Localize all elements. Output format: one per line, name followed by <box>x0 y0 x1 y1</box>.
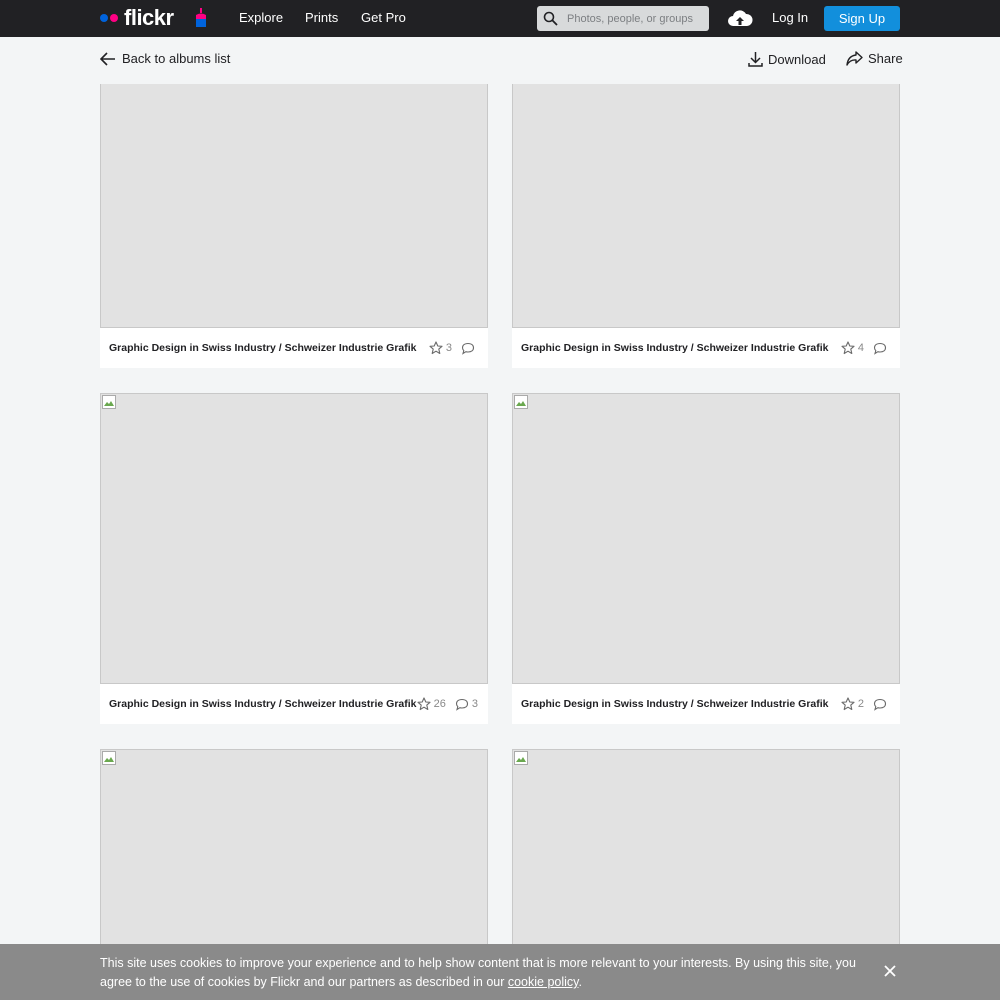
photo-footer: Graphic Design in Swiss Industry / Schwe… <box>100 328 488 368</box>
cookie-text-end: . <box>578 975 582 989</box>
comment-count-value: 3 <box>471 698 478 710</box>
star-icon <box>841 697 855 711</box>
fave-count-value: 2 <box>857 698 864 710</box>
photo-title[interactable]: Graphic Design in Swiss Industry / Schwe… <box>109 342 417 354</box>
fave-count[interactable]: 26 <box>417 697 446 711</box>
logo-pink-dot <box>110 14 118 22</box>
cookie-text: This site uses cookies to improve your e… <box>100 956 856 989</box>
comment-count[interactable]: 3 <box>455 698 478 711</box>
star-icon <box>429 341 443 355</box>
share-icon <box>846 51 863 66</box>
download-icon <box>748 52 763 67</box>
birthday-cake-icon[interactable] <box>194 8 208 28</box>
nav-prints-link[interactable]: Prints <box>305 10 338 25</box>
photo-stats: 26 3 <box>417 697 478 711</box>
download-label: Download <box>768 51 826 67</box>
cookie-message: This site uses cookies to improve your e… <box>100 954 870 992</box>
album-subbar: Back to albums list Download Share <box>100 37 903 84</box>
comment-count[interactable] <box>873 698 890 711</box>
photo-title[interactable]: Graphic Design in Swiss Industry / Schwe… <box>521 698 829 710</box>
comment-count[interactable] <box>461 342 478 355</box>
search-input[interactable] <box>567 9 703 28</box>
broken-image-icon <box>102 751 116 765</box>
comment-count[interactable] <box>873 342 890 355</box>
top-nav: flickr Explore Prints Get Pro Log In Sig… <box>0 0 1000 37</box>
cookie-policy-link[interactable]: cookie policy <box>508 975 579 989</box>
comment-icon <box>873 342 887 355</box>
fave-count-value: 3 <box>445 342 452 354</box>
nav-get-pro-link[interactable]: Get Pro <box>361 10 406 25</box>
back-label: Back to albums list <box>122 51 231 66</box>
photo-stats: 3 <box>429 341 478 355</box>
broken-image-icon <box>514 395 528 409</box>
comment-icon <box>461 342 475 355</box>
logo-text: flickr <box>124 5 174 30</box>
share-button[interactable]: Share <box>846 51 903 66</box>
broken-image-icon <box>102 395 116 409</box>
upload-cloud-icon[interactable] <box>727 8 753 28</box>
photo-stats: 2 <box>841 697 890 711</box>
back-to-albums-link[interactable]: Back to albums list <box>100 51 230 66</box>
photo-footer: Graphic Design in Swiss Industry / Schwe… <box>100 684 488 724</box>
search-icon <box>543 11 558 26</box>
close-icon[interactable] <box>883 964 897 978</box>
fave-count[interactable]: 4 <box>841 341 864 355</box>
search-box[interactable] <box>537 6 709 31</box>
photo-title[interactable]: Graphic Design in Swiss Industry / Schwe… <box>521 342 829 354</box>
nav-explore-link[interactable]: Explore <box>239 10 283 25</box>
fave-count[interactable]: 2 <box>841 697 864 711</box>
photo-stats: 4 <box>841 341 890 355</box>
arrow-left-icon <box>100 51 115 66</box>
flickr-logo[interactable]: flickr <box>100 5 174 30</box>
photo-footer: Graphic Design in Swiss Industry / Schwe… <box>512 328 900 368</box>
download-button[interactable]: Download <box>748 51 826 67</box>
cookie-banner: This site uses cookies to improve your e… <box>0 944 1000 1000</box>
login-link[interactable]: Log In <box>772 10 808 25</box>
fave-count-value: 26 <box>433 698 446 710</box>
share-label: Share <box>868 51 903 66</box>
fave-count-value: 4 <box>857 342 864 354</box>
logo-blue-dot <box>100 14 108 22</box>
comment-icon <box>873 698 887 711</box>
photo-image[interactable] <box>100 393 488 684</box>
photo-image[interactable] <box>512 393 900 684</box>
broken-image-icon <box>514 751 528 765</box>
photo-title[interactable]: Graphic Design in Swiss Industry / Schwe… <box>109 698 417 710</box>
star-icon <box>417 697 431 711</box>
star-icon <box>841 341 855 355</box>
signup-button[interactable]: Sign Up <box>824 6 900 31</box>
comment-icon <box>455 698 468 711</box>
photo-footer: Graphic Design in Swiss Industry / Schwe… <box>512 684 900 724</box>
fave-count[interactable]: 3 <box>429 341 452 355</box>
